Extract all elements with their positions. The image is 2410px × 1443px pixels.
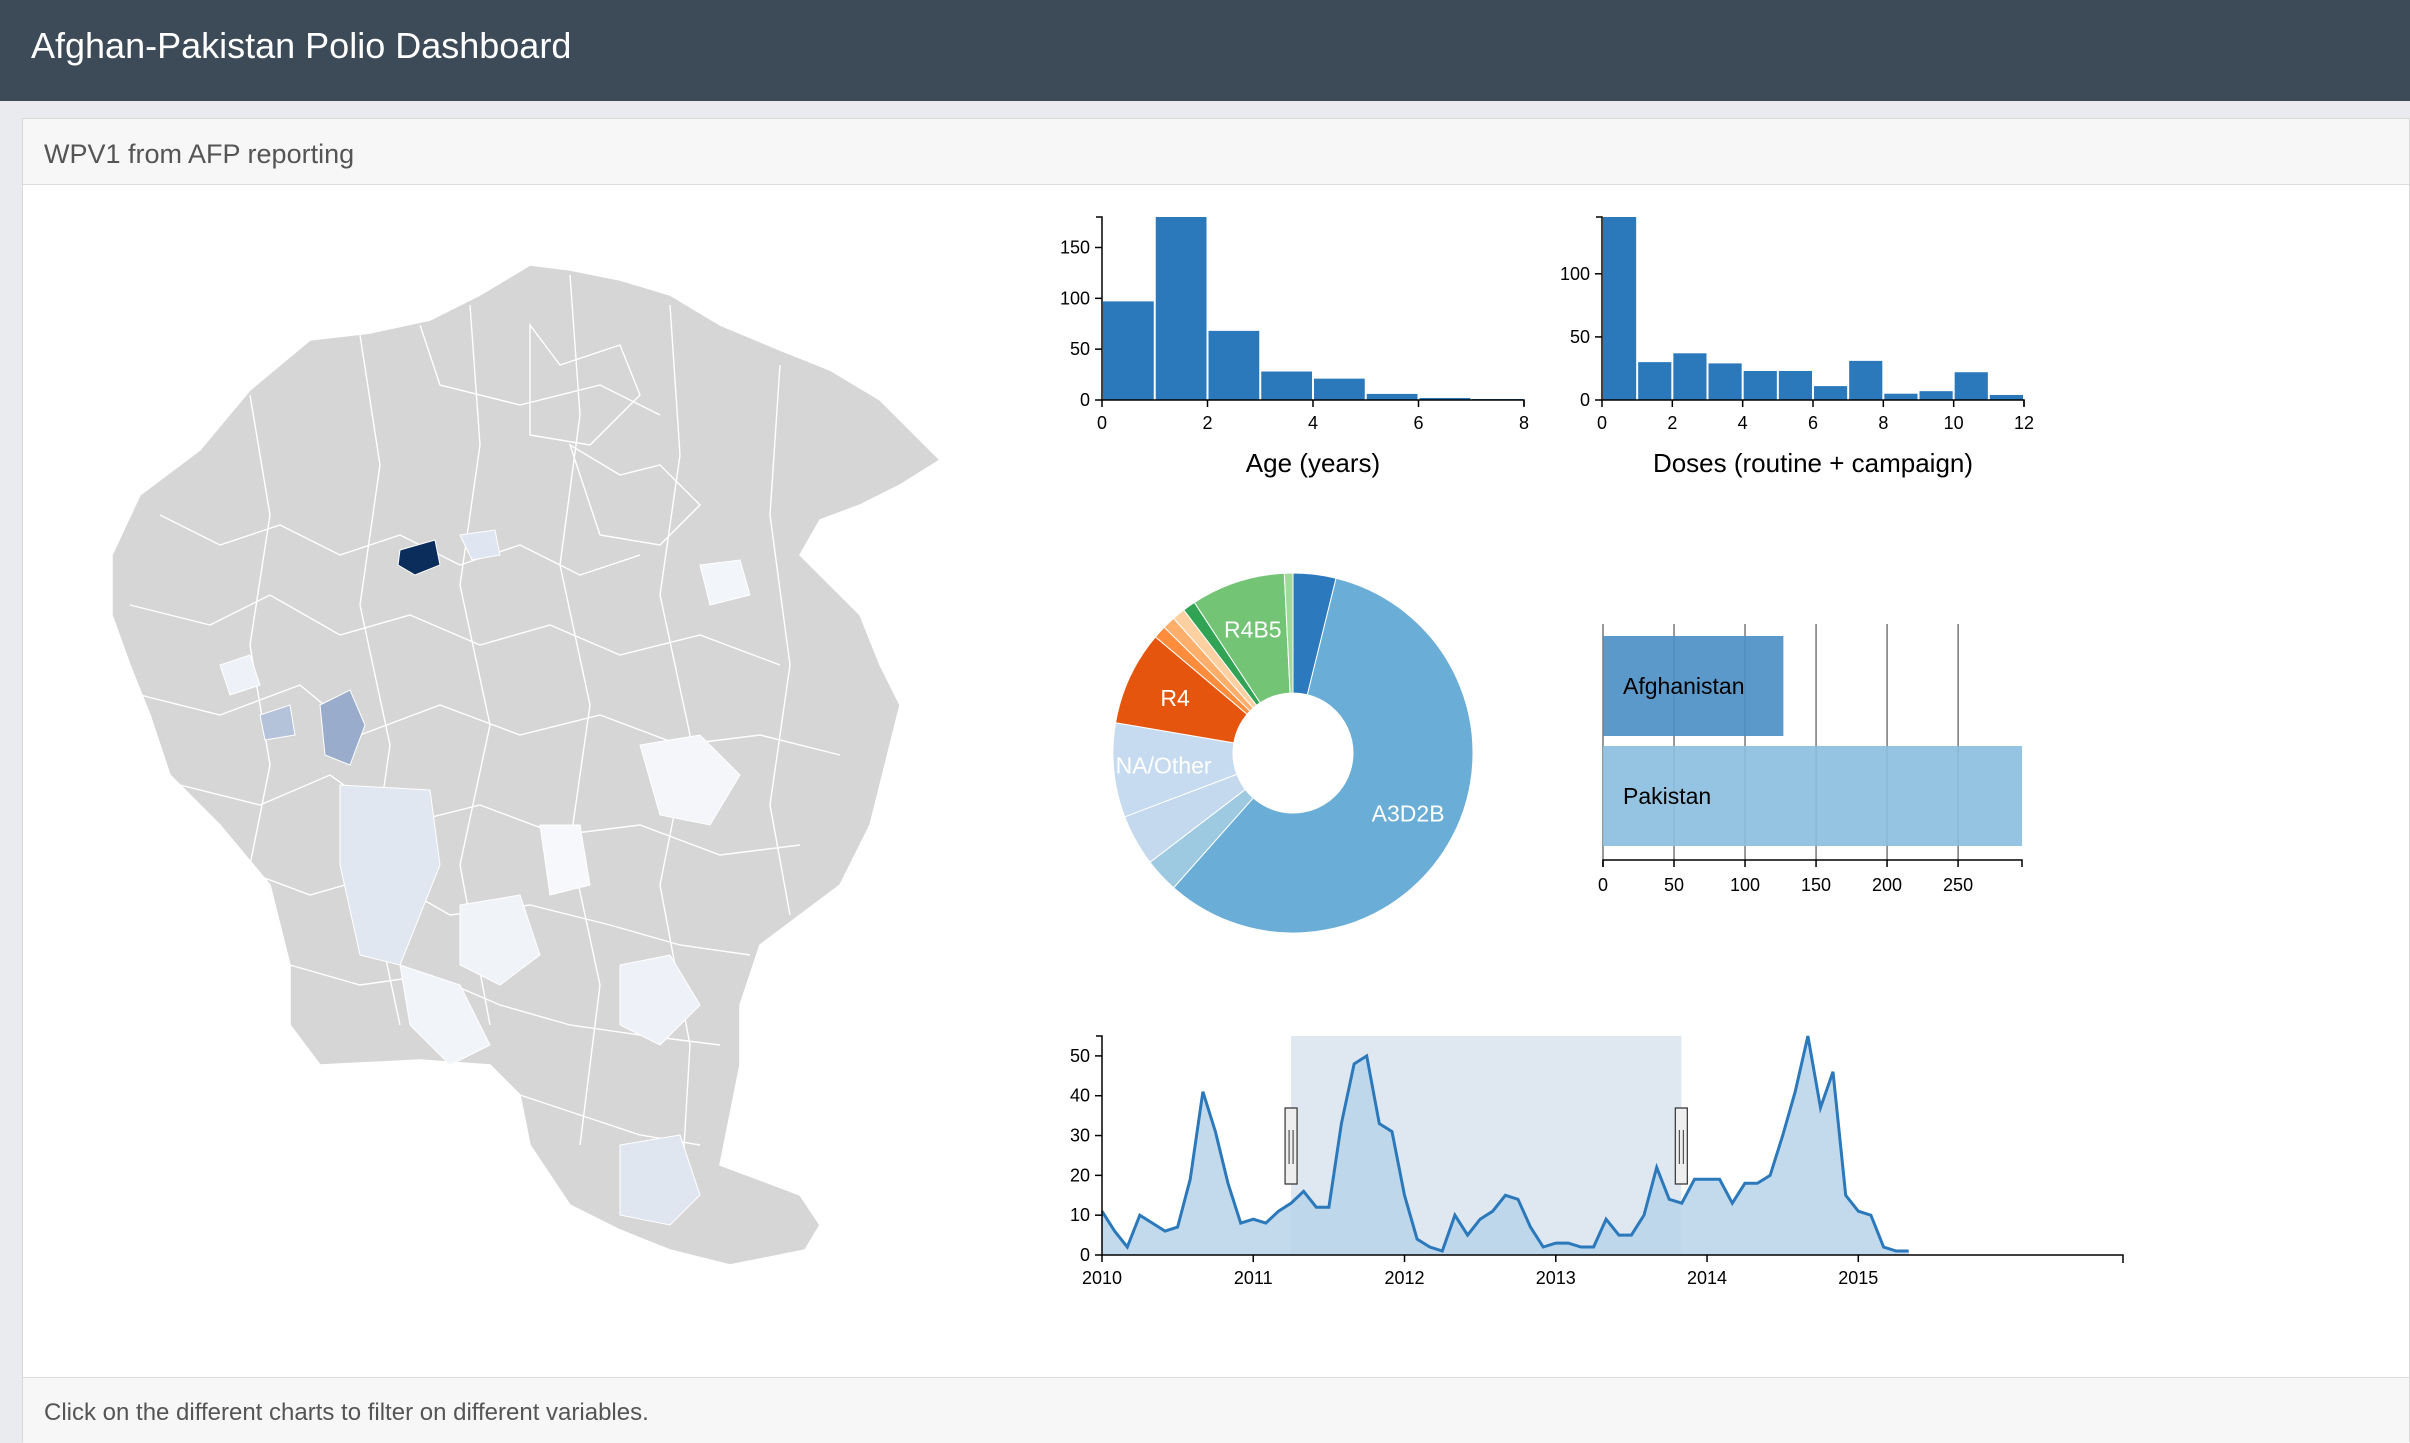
doses-x-tick-label: 6 [1808,413,1818,433]
country-bars[interactable] [1603,636,2022,846]
age-x-axis-label: Age (years) [1246,448,1380,478]
doses-bar[interactable] [1989,394,2023,400]
panel-footer: Click on the different charts to filter … [23,1377,2409,1443]
app-title[interactable]: Afghan-Pakistan Polio Dashboard [31,25,571,67]
age-x-tick-label: 2 [1202,413,1212,433]
age-x-tick-label: 8 [1519,413,1529,433]
country-label: Pakistan [1623,783,1711,809]
country-x-tick-label: 200 [1872,875,1902,895]
timeline-x-tick-label: 2013 [1536,1268,1576,1288]
country-bar-chart[interactable]: Afghanistan Pakistan 0 50 100 150 200 250 [1580,610,2040,910]
country-tick-labels: 0 50 100 150 200 250 [1598,875,1973,895]
country-x-tick-label: 50 [1664,875,1684,895]
age-x-tick-label: 6 [1413,413,1423,433]
age-bars[interactable] [1103,217,1523,400]
age-bar[interactable] [1208,330,1260,400]
age-bar[interactable] [1314,378,1365,400]
country-x-axis [1602,859,2023,867]
country-x-tick-label: 150 [1801,875,1831,895]
pie-label: A3D2B [1372,800,1445,826]
age-x-tick-label: 4 [1308,413,1318,433]
timeline-y-tick-label: 30 [1070,1126,1090,1146]
timeline-y-tick-label: 40 [1070,1086,1090,1106]
doses-x-tick-label: 12 [2014,413,2034,433]
district-map[interactable] [100,265,960,1275]
timeline-y-tick-label: 0 [1080,1245,1090,1265]
doses-bar[interactable] [1954,372,1988,400]
timeline-x-tick-label: 2014 [1687,1268,1727,1288]
doses-x-tick-label: 8 [1878,413,1888,433]
navbar: Afghan-Pakistan Polio Dashboard [0,0,2410,101]
doses-x-tick-label: 0 [1597,413,1607,433]
doses-bar[interactable] [1743,370,1777,400]
panel-heading: WPV1 from AFP reporting [23,119,2409,185]
doses-y-tick-label: 0 [1580,390,1590,410]
age-bar[interactable] [1103,301,1154,400]
country-x-tick-label: 0 [1598,875,1608,895]
timeline-x-tick-label: 2011 [1234,1268,1273,1288]
timeline-x-tick-label: 2010 [1082,1268,1122,1288]
doses-y-tick-label: 50 [1570,327,1590,347]
age-bar[interactable] [1155,217,1207,400]
pie-label: R4 [1160,685,1190,711]
age-y-tick-label: 150 [1060,238,1090,258]
doses-bar[interactable] [1884,393,1918,400]
map-base[interactable] [111,265,942,1266]
doses-bar[interactable] [1603,217,1637,400]
age-histogram[interactable]: 0 2 4 6 8 0 50 100 150 Age (years) [1040,205,1560,495]
age-bar[interactable] [1366,393,1418,400]
timeline-x-tick-label: 2015 [1838,1268,1878,1288]
footer-hint: Click on the different charts to filter … [44,1399,649,1426]
pie-label: R4B5 [1224,616,1282,642]
country-axis [1602,859,2023,867]
timeline-y-tick-label: 50 [1070,1046,1090,1066]
doses-bars[interactable] [1603,217,2023,400]
age-bar[interactable] [1261,371,1312,400]
doses-bar[interactable] [1814,386,1848,400]
brush-handle[interactable] [1284,1107,1298,1185]
pie-label: NA/Other [1116,753,1212,779]
doses-histogram[interactable]: 0 2 4 6 8 10 12 0 50 100 Doses (routine + campaig… [1540,205,2060,495]
timeline-area-chart[interactable]: 2010 2011 2012 2013 2014 2015 0 10 20 30 40 50 [1040,1020,2150,1310]
doses-bar[interactable] [1638,362,1672,400]
timeline-y-tick-label: 10 [1070,1205,1090,1225]
doses-bar[interactable] [1708,363,1742,400]
doses-x-tick-label: 10 [1944,413,1964,433]
doses-bar[interactable] [1778,370,1812,400]
doses-x-tick-label: 2 [1667,413,1677,433]
genotype-donut-chart[interactable]: A3D2B NA/Other R4 R4B5 [1100,560,1500,960]
doses-bar[interactable] [1919,391,1953,400]
age-y-tick-label: 0 [1080,390,1090,410]
doses-x-axis-label: Doses (routine + campaign) [1653,448,1973,478]
age-y-tick-label: 100 [1060,288,1090,308]
timeline-y-tick-label: 20 [1070,1165,1090,1185]
timeline-x-tick-label: 2012 [1384,1268,1424,1288]
brush-handle[interactable] [1674,1107,1688,1185]
age-x-tick-label: 0 [1097,413,1107,433]
doses-bar[interactable] [1849,360,1883,400]
age-y-tick-label: 50 [1070,339,1090,359]
doses-y-tick-label: 100 [1560,264,1590,284]
doses-x-tick-label: 4 [1738,413,1748,433]
doses-bar[interactable] [1673,353,1707,400]
country-x-tick-label: 100 [1730,875,1760,895]
country-x-tick-label: 250 [1943,875,1973,895]
panel-title: WPV1 from AFP reporting [44,139,355,169]
country-label: Afghanistan [1623,673,1744,699]
